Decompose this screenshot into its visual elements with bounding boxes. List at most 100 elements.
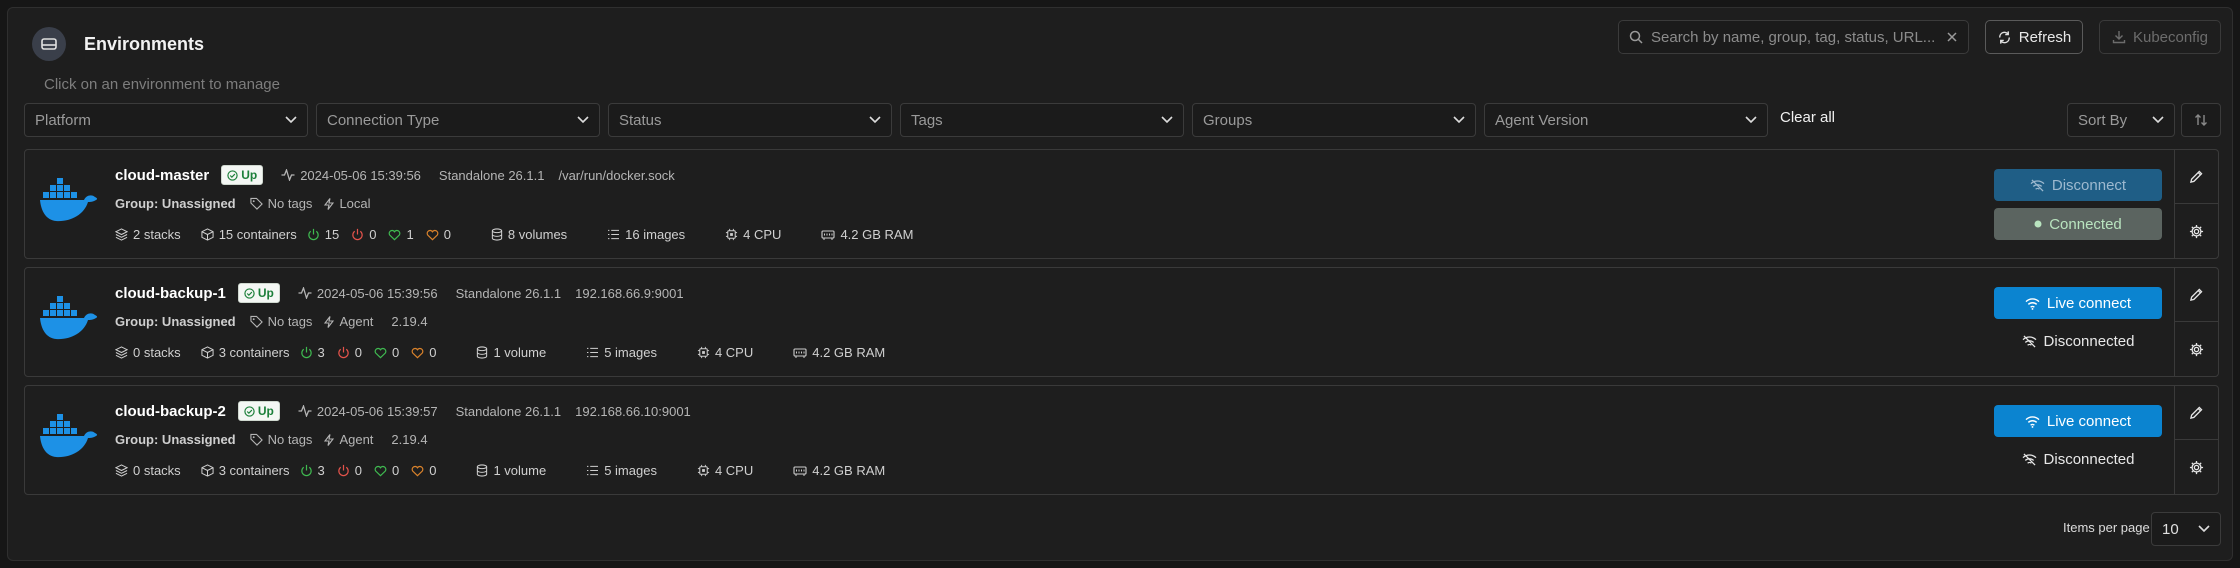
environment-name[interactable]: cloud-backup-1 (115, 285, 226, 302)
environment-side-actions (2174, 268, 2218, 376)
clear-all-button[interactable]: Clear all (1780, 109, 1835, 126)
filter-agent-version-label: Agent Version (1495, 111, 1589, 129)
live-connect-button[interactable]: Live connect (1994, 405, 2162, 437)
environment-card[interactable]: cloud-master Up 2024-05-06 15:39:56 Stan… (24, 149, 2219, 259)
running-count: 3 (317, 345, 325, 360)
search-input[interactable] (1651, 28, 1946, 46)
search-box[interactable] (1618, 20, 1969, 54)
secondary-action-label: Disconnected (2043, 450, 2135, 468)
filter-agent-version[interactable]: Agent Version (1484, 103, 1768, 137)
stopped-stat: 0 (351, 227, 376, 242)
environments-panel: Environments Refresh Kubeconfig Click on… (7, 7, 2233, 561)
environment-card[interactable]: cloud-backup-1 Up 2024-05-06 15:39:56 St… (24, 267, 2219, 377)
containers-count: 15 containers (218, 227, 297, 242)
environment-actions: Live connect Disconnected (1982, 386, 2162, 494)
gear-icon (2189, 460, 2204, 474)
settings-button[interactable] (2175, 322, 2218, 376)
environment-stats-row: 0 stacks 3 containers 3 0 0 0 1 volume 5… (115, 345, 885, 360)
sort-by-label: Sort By (2078, 111, 2128, 129)
list-icon (587, 465, 599, 476)
layers-icon (115, 464, 128, 477)
clear-search-icon[interactable] (1946, 31, 1958, 43)
power-icon (308, 228, 319, 241)
running-stat: 3 (300, 345, 325, 360)
unhealthy-stat: 0 (426, 227, 451, 242)
heartbeat-timestamp: 2024-05-06 15:39:57 (316, 403, 438, 419)
sort-direction-button[interactable] (2181, 103, 2221, 137)
stacks-count: 2 stacks (133, 227, 181, 242)
edit-button[interactable] (2175, 150, 2218, 204)
power-off-icon (338, 346, 349, 359)
filter-tags[interactable]: Tags (900, 103, 1184, 137)
cpu-count: 4 CPU (714, 345, 754, 360)
running-count: 15 (324, 227, 340, 242)
filter-connection-type[interactable]: Connection Type (316, 103, 600, 137)
refresh-icon (1997, 30, 2012, 45)
settings-button[interactable] (2175, 204, 2218, 258)
tags: No tags (249, 314, 312, 329)
heartbeat-timestamp: 2024-05-06 15:39:56 (316, 285, 438, 301)
live-connect-button[interactable]: Live connect (1994, 287, 2162, 319)
disconnected-status: Disconnected (1994, 443, 2162, 475)
download-icon (2112, 30, 2126, 44)
primary-action-label: Live connect (2046, 294, 2132, 312)
wifi-off-icon (2022, 334, 2037, 348)
environment-name[interactable]: cloud-backup-2 (115, 403, 226, 420)
pencil-icon (2189, 288, 2203, 302)
primary-action-label: Live connect (2046, 412, 2132, 430)
environment-type: Standalone 26.1.1 (438, 167, 545, 183)
status-badge: Up (237, 283, 280, 303)
docker-icon (40, 293, 98, 343)
bolt-icon (324, 315, 335, 328)
kubeconfig-button[interactable]: Kubeconfig (2099, 20, 2221, 54)
items-per-page-label: Items per page (2063, 520, 2150, 535)
healthy-stat: 0 (374, 345, 399, 360)
edit-button[interactable] (2175, 386, 2218, 440)
sort-by-select[interactable]: Sort By (2067, 103, 2175, 137)
cpu-icon (697, 464, 710, 477)
ram-amount: 4.2 GB RAM (812, 345, 886, 360)
refresh-button[interactable]: Refresh (1985, 20, 2083, 54)
filter-status[interactable]: Status (608, 103, 892, 137)
images-count: 16 images (625, 227, 686, 242)
tags: No tags (249, 196, 312, 211)
environment-header-row: cloud-master Up 2024-05-06 15:39:56 Stan… (115, 164, 675, 186)
list-icon (608, 229, 620, 240)
images-stat: 16 images (607, 227, 685, 242)
memory-icon (793, 465, 807, 476)
filter-groups[interactable]: Groups (1192, 103, 1476, 137)
activity-icon (298, 405, 312, 417)
images-count: 5 images (604, 463, 657, 478)
wifi-off-icon (2022, 452, 2037, 466)
power-icon (300, 464, 312, 477)
environment-meta-row: Group: Unassigned No tags Local (115, 196, 389, 211)
stopped-stat: 0 (337, 463, 362, 478)
connected-status: Connected (1994, 208, 2162, 240)
wifi-off-icon (2030, 178, 2045, 192)
environment-card[interactable]: cloud-backup-2 Up 2024-05-06 15:39:57 St… (24, 385, 2219, 495)
settings-button[interactable] (2175, 440, 2218, 494)
filter-platform[interactable]: Platform (24, 103, 308, 137)
images-stat: 5 images (586, 345, 657, 360)
environment-meta-row: Group: Unassigned No tags Agent 2.19.4 (115, 432, 428, 447)
stacks-count: 0 stacks (133, 345, 181, 360)
items-per-page-select[interactable]: 10 (2151, 512, 2221, 546)
environment-actions: Live connect Disconnected (1982, 268, 2162, 376)
heartbeat: 2024-05-06 15:39:56 (298, 286, 438, 301)
edit-button[interactable] (2175, 268, 2218, 322)
power-off-icon (338, 464, 349, 477)
environment-name[interactable]: cloud-master (115, 167, 209, 184)
cpu-count: 4 CPU (743, 227, 782, 242)
cpu-stat: 4 CPU (697, 345, 753, 360)
group-label: Group: Unassigned (115, 196, 236, 211)
filter-tags-label: Tags (911, 111, 943, 129)
page-subtitle: Click on an environment to manage (44, 76, 280, 93)
cpu-icon (697, 346, 710, 359)
disconnect-button[interactable]: Disconnect (1994, 169, 2162, 201)
environment-url: 192.168.66.9:9001 (575, 285, 684, 301)
volumes-stat: 1 volume (476, 463, 546, 478)
heart-icon (411, 347, 424, 358)
chevron-down-icon (1453, 116, 1465, 124)
cpu-stat: 4 CPU (725, 227, 781, 242)
chevron-down-icon (1161, 116, 1173, 124)
